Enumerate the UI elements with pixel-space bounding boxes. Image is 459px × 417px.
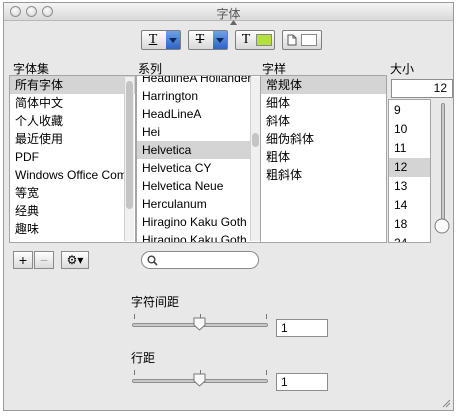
typeface-item[interactable]: 细伪斜体 [261, 130, 386, 148]
collection-item[interactable]: 经典 [10, 202, 135, 220]
family-list[interactable]: HeadlineA Hollander Harrington HeadLineA He… [136, 75, 262, 243]
size-slider-track[interactable] [441, 103, 445, 223]
document-color-button[interactable] [282, 30, 322, 50]
family-item[interactable]: Herculanum [137, 195, 261, 213]
scroll-thumb[interactable] [126, 81, 133, 209]
typeface-item[interactable]: 细体 [261, 94, 386, 112]
line-spacing-knob[interactable] [193, 373, 206, 387]
collection-item[interactable]: 等宽 [10, 184, 135, 202]
collection-item[interactable]: Windows Office Com [10, 166, 135, 184]
tick-mark [266, 314, 267, 319]
text-color-swatch [256, 34, 272, 46]
typeface-item[interactable]: 常规体 [261, 76, 386, 94]
chevron-down-icon [213, 31, 227, 49]
collection-item[interactable]: 简体中文 [10, 94, 135, 112]
size-item[interactable]: 24 [389, 234, 430, 242]
search-field[interactable] [141, 251, 259, 269]
tick-mark [266, 370, 267, 375]
resize-grip-icon[interactable] [441, 398, 451, 408]
search-icon [147, 255, 158, 266]
text-color-icon: T [241, 32, 251, 47]
char-spacing-knob[interactable] [193, 317, 206, 331]
chevron-down-icon [166, 31, 180, 49]
collection-item[interactable]: 所有字体 [10, 76, 135, 94]
collection-item[interactable]: 趣味 [10, 220, 135, 238]
size-input[interactable]: 12 [391, 79, 453, 98]
font-panel-window: 字体 T T T 字体集 系列 字样 大小 所有字体 简体中文 个人收藏 最近使用 PD… [3, 2, 454, 411]
size-header: 大小 [390, 62, 415, 76]
family-item[interactable]: Helvetica Neue [137, 177, 261, 195]
size-item[interactable]: 14 [389, 196, 430, 215]
tick-mark [134, 314, 135, 319]
size-item[interactable]: 10 [389, 120, 430, 139]
remove-collection-button[interactable]: − [34, 251, 54, 269]
text-color-button[interactable]: T [235, 30, 275, 50]
family-item[interactable]: Helvetica CY [137, 159, 261, 177]
collection-item[interactable]: PDF [10, 148, 135, 166]
line-spacing-input[interactable]: 1 [276, 373, 328, 391]
collection-item[interactable]: 最近使用 [10, 130, 135, 148]
char-spacing-label: 字符间距 [131, 295, 180, 309]
family-item[interactable]: Helvetica [137, 141, 261, 159]
document-color-swatch [301, 34, 317, 46]
collections-list[interactable]: 所有字体 简体中文 个人收藏 最近使用 PDF Windows Office Com 等宽经… [9, 75, 136, 243]
family-item[interactable]: Hiragino Kaku Goth [137, 213, 261, 231]
size-item[interactable]: 9 [389, 101, 430, 120]
strikethrough-icon: T [195, 32, 205, 47]
char-spacing-input[interactable]: 1 [276, 319, 328, 337]
typeface-item[interactable]: 粗斜体 [261, 166, 386, 184]
document-icon [287, 34, 297, 46]
size-item[interactable]: 13 [389, 177, 430, 196]
strikethrough-menu-button[interactable]: T [188, 30, 228, 50]
panel-collapse-icon[interactable] [230, 19, 237, 25]
add-collection-button[interactable]: + [13, 251, 33, 269]
size-item[interactable]: 12 [389, 158, 430, 177]
scroll-thumb[interactable] [252, 133, 259, 147]
family-item[interactable]: Harrington [137, 87, 261, 105]
size-slider-knob[interactable] [434, 217, 450, 235]
underline-icon: T [148, 32, 158, 47]
size-item[interactable]: 11 [389, 139, 430, 158]
window-title: 字体 [216, 7, 241, 21]
underline-menu-button[interactable]: T [141, 30, 181, 50]
family-item[interactable]: Hei [137, 123, 261, 141]
typeface-item[interactable]: 粗体 [261, 148, 386, 166]
size-item[interactable]: 18 [389, 215, 430, 234]
family-item[interactable]: HeadLineA [137, 105, 261, 123]
family-item[interactable]: HeadlineA Hollander [137, 76, 261, 87]
tick-mark [134, 370, 135, 375]
title-bar[interactable]: 字体 [4, 3, 453, 21]
collections-scrollbar[interactable] [124, 77, 134, 241]
search-input[interactable] [160, 253, 256, 269]
collection-item[interactable]: 个人收藏 [10, 112, 135, 130]
typeface-item[interactable]: 斜体 [261, 112, 386, 130]
family-item[interactable]: Hiragino Kaku Goth [137, 231, 261, 242]
line-spacing-label: 行距 [131, 351, 156, 365]
typeface-list[interactable]: 常规体 细体 斜体 细伪斜体 粗体 粗斜体 [260, 75, 387, 243]
size-list[interactable]: 9 10 11 12 13 14 18 24 [388, 99, 431, 243]
family-scrollbar[interactable] [250, 77, 260, 241]
gear-menu-button[interactable]: ⚙▾ [61, 251, 89, 269]
